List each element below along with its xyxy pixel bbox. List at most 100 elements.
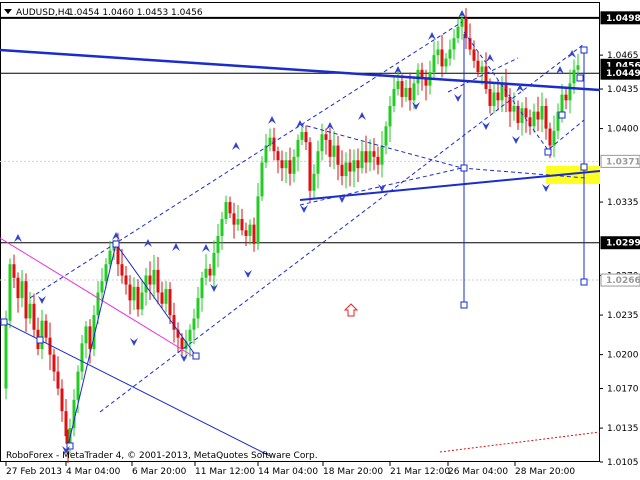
candle-body (24, 281, 28, 319)
price-level-label: 1.0266 (606, 276, 640, 286)
candle-body (32, 303, 36, 330)
x-tick-label: 14 Mar 04:00 (258, 467, 318, 477)
candle-body (352, 160, 356, 172)
candle-body (400, 81, 404, 97)
candle-body (376, 156, 380, 165)
candle-body (312, 173, 316, 191)
candle-body (248, 224, 252, 236)
candle-body (304, 131, 308, 143)
candle-body (348, 162, 352, 172)
candle-body (52, 354, 56, 372)
price-level-label: 1.0371 (606, 157, 640, 167)
y-tick-label: 1.0170 (607, 385, 639, 395)
candle-body (104, 264, 108, 282)
candle-body (164, 289, 168, 304)
candle-body (396, 81, 400, 90)
price-chart[interactable]: 1.04651.04351.04001.03351.02701.02351.02… (0, 0, 640, 480)
anchor-handle (580, 46, 588, 54)
x-tick-label: 27 Feb 2013 (6, 467, 62, 477)
candle-body (364, 151, 368, 163)
candle-body (308, 142, 312, 191)
anchor-handle (576, 74, 584, 82)
candle-body (532, 111, 536, 127)
x-tick-label: 21 Mar 12:00 (390, 467, 450, 477)
y-tick-label: 1.0200 (607, 351, 639, 361)
candle-body (300, 131, 304, 140)
candle-body (132, 286, 136, 301)
candle-body (208, 268, 212, 276)
candle-body (372, 151, 376, 157)
candle-body (196, 298, 200, 319)
chart-ohlc: 1.0454 1.0460 1.0453 1.0456 (68, 8, 203, 18)
candle-body (480, 66, 484, 73)
candle-body (224, 202, 228, 220)
candle-body (140, 292, 144, 310)
candle-body (220, 219, 224, 236)
candle-body (180, 337, 184, 349)
candle-body (88, 326, 92, 349)
candle-body (484, 66, 488, 90)
candle-body (440, 49, 444, 67)
candle-body (64, 411, 68, 437)
candle-body (280, 160, 284, 169)
candle-body (200, 277, 204, 299)
price-level-label: 1.0498 (606, 14, 640, 24)
y-tick-label: 1.0135 (607, 424, 639, 434)
anchor-handle (580, 163, 588, 171)
anchor-handle (112, 240, 120, 248)
candle-body (124, 275, 128, 285)
chart-header: AUDUSD,H4 1.0454 1.0460 1.0453 1.0456 (4, 8, 203, 18)
candle-body (488, 89, 492, 106)
candle-body (120, 264, 124, 276)
candle-body (292, 156, 296, 174)
candle-body (204, 268, 208, 278)
candle-body (540, 105, 544, 120)
candle-body (168, 289, 172, 316)
candle-body (436, 49, 440, 56)
anchor-handle (580, 278, 588, 286)
candle-body (232, 213, 236, 225)
candle-body (432, 55, 436, 73)
candle-body (100, 281, 104, 293)
candle-body (420, 69, 424, 78)
candle-body (392, 89, 396, 106)
candle-body (344, 162, 348, 177)
candle-body (108, 250, 112, 265)
candle-body (4, 320, 8, 389)
candle-body (264, 145, 268, 163)
x-tick-label: 26 Mar 04:00 (448, 467, 508, 477)
candle-body (368, 151, 372, 163)
candle-body (256, 196, 260, 244)
candle-body (512, 105, 516, 112)
candle-body (76, 371, 80, 400)
chart-window: 1.04651.04351.04001.03351.02701.02351.02… (0, 0, 640, 480)
candle-body (212, 252, 216, 276)
candle-body (276, 151, 280, 161)
candle-body (84, 326, 88, 344)
candle-body (388, 105, 392, 127)
candle-body (288, 160, 292, 174)
candle-body (160, 292, 164, 304)
anchor-handle (0, 318, 8, 326)
candle-body (324, 134, 328, 140)
x-tick-label: 11 Mar 12:00 (195, 467, 255, 477)
candle-body (12, 264, 16, 278)
candle-body (80, 343, 84, 372)
candle-body (552, 130, 556, 146)
chart-symbol: AUDUSD,H4 (16, 8, 71, 18)
candle-body (60, 388, 64, 412)
candle-body (8, 264, 12, 321)
anchor-handle (558, 111, 566, 119)
candle-body (456, 26, 460, 39)
candle-body (340, 164, 344, 177)
candle-body (316, 151, 320, 174)
x-tick-label: 6 Mar 20:00 (132, 467, 187, 477)
anchor-handle (460, 301, 468, 309)
y-tick-label: 1.0400 (607, 125, 639, 135)
candle-body (452, 38, 456, 50)
candle-body (384, 126, 388, 146)
candle-body (172, 315, 176, 330)
candle-body (560, 94, 564, 112)
y-tick-label: 1.0435 (607, 85, 639, 95)
price-level-label: 1.0299 (606, 239, 640, 249)
